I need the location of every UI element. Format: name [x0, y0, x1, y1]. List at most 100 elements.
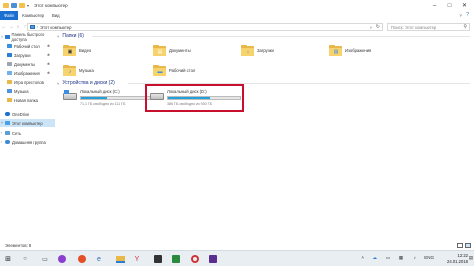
- minimize-button[interactable]: –: [427, 0, 442, 11]
- cortana-icon[interactable]: ○: [20, 254, 30, 264]
- show-hidden-icons[interactable]: ˄: [361, 255, 364, 260]
- app-icon[interactable]: [77, 254, 87, 264]
- status-bar: Элементов: 8: [0, 242, 474, 250]
- folder-item-music[interactable]: ♪ Музыка: [63, 62, 94, 78]
- sidebar-item-label: Рабочий стол: [14, 43, 40, 49]
- chevron-down-icon[interactable]: ˅: [57, 81, 59, 86]
- refresh-icon[interactable]: ↻: [376, 24, 380, 31]
- hard-drive-icon: [63, 90, 77, 102]
- sidebar-item-label: Документы: [14, 61, 36, 67]
- folder-label: Видео: [79, 47, 92, 53]
- group-header-folders[interactable]: ˅ Папки (6): [57, 33, 84, 39]
- battery-icon[interactable]: ▭: [386, 255, 390, 261]
- sidebar-item-label: Этот компьютер: [12, 120, 43, 126]
- folder-icon: [7, 98, 12, 102]
- app-icon[interactable]: [190, 254, 200, 264]
- music-icon: ♪: [63, 64, 76, 76]
- folder-icon: [3, 3, 9, 8]
- address-bar[interactable]: › Этот компьютер ˅ ↻: [27, 23, 383, 31]
- sidebar-item-label: Сеть: [12, 130, 22, 136]
- sidebar-item-pictures[interactable]: Изображения ✱: [0, 69, 55, 77]
- group-header-drives[interactable]: ˅ Устройства и диски (2): [57, 80, 115, 86]
- properties-icon[interactable]: [11, 3, 17, 8]
- cloud-icon: [5, 112, 10, 116]
- network-tray-icon[interactable]: ▦: [399, 255, 403, 261]
- notifications-icon[interactable]: ▤: [469, 255, 473, 261]
- navigation-pane: ˅ Панель быстрого доступа Рабочий стол ✱…: [0, 32, 55, 243]
- chevron-right-icon[interactable]: ›: [37, 25, 38, 29]
- drive-free-space: 71,1 ГБ свободно из 111 ГБ: [80, 102, 126, 106]
- sidebar-item-label: Изображения: [14, 70, 40, 76]
- divider: [92, 36, 470, 37]
- group-header-label: Папки (6): [62, 33, 84, 39]
- chevron-down-icon[interactable]: ▾: [27, 3, 29, 8]
- app-icon[interactable]: [57, 254, 67, 264]
- folder-item-documents[interactable]: ▤ Документы: [153, 42, 191, 58]
- drive-usage-bar: [80, 96, 154, 100]
- sidebar-item-label: Музыка: [14, 88, 29, 94]
- sidebar-item-documents[interactable]: Документы ✱: [0, 60, 55, 68]
- address-dropdown-icon[interactable]: ˅: [370, 24, 372, 31]
- sidebar-item-network[interactable]: › Сеть: [0, 129, 55, 137]
- homegroup-icon: [5, 140, 10, 144]
- desktop-icon: ▬: [153, 64, 166, 76]
- back-button[interactable]: ←: [1, 24, 7, 30]
- app-icon[interactable]: [171, 254, 181, 264]
- expand-ribbon-icon[interactable]: ˅: [459, 11, 462, 20]
- documents-icon: [7, 62, 12, 66]
- search-input[interactable]: Поиск: Этот компьютер ⚲: [387, 23, 470, 31]
- folder-item-video[interactable]: ▣ Видео: [63, 42, 91, 58]
- file-explorer-icon[interactable]: [115, 254, 125, 264]
- language-indicator[interactable]: ENG: [424, 255, 434, 260]
- sidebar-item-label: Панель быстрого доступа: [11, 32, 45, 42]
- sidebar-item-this-pc[interactable]: ˅ Этот компьютер: [0, 119, 55, 127]
- highlight-box: [145, 84, 244, 112]
- help-icon[interactable]: ?: [466, 11, 469, 20]
- volume-icon[interactable]: ♪: [414, 255, 416, 260]
- app-icon[interactable]: [153, 254, 163, 264]
- tab-file[interactable]: Файл: [0, 11, 19, 20]
- sidebar-item-game-of-thrones[interactable]: Игра престолов: [0, 78, 55, 86]
- sidebar-item-label: OneDrive: [12, 111, 30, 117]
- sidebar-item-music[interactable]: Музыка: [0, 87, 55, 95]
- task-view-icon[interactable]: ▭: [40, 254, 50, 264]
- app-icon[interactable]: [208, 254, 218, 264]
- folder-icon: [7, 80, 12, 84]
- details-view-icon[interactable]: [457, 243, 463, 248]
- taskbar: ⊞ ○ ▭ e Y ˄ ☁ ▭ ▦ ♪ ENG 12:22 24.01.2018…: [0, 250, 474, 266]
- folder-item-pictures[interactable]: ▨ Изображения: [329, 42, 371, 58]
- group-header-label: Устройства и диски (2): [62, 80, 115, 86]
- forward-button[interactable]: →: [8, 24, 14, 30]
- music-icon: [7, 89, 12, 93]
- item-count: Элементов: 8: [5, 243, 32, 248]
- sidebar-item-homegroup[interactable]: › Домашняя группа: [0, 138, 55, 146]
- pictures-icon: [7, 71, 12, 75]
- sidebar-item-quick-access[interactable]: ˅ Панель быстрого доступа: [0, 32, 55, 42]
- tiles-view-icon[interactable]: [465, 243, 471, 248]
- tab-view[interactable]: Вид: [48, 11, 64, 20]
- edge-icon[interactable]: e: [94, 254, 104, 264]
- clock[interactable]: 12:22 24.01.2018: [447, 253, 468, 264]
- window-title: Этот компьютер: [34, 3, 68, 8]
- search-icon: ⚲: [463, 24, 467, 30]
- sidebar-item-downloads[interactable]: Загрузки ✱: [0, 51, 55, 59]
- new-folder-icon[interactable]: [19, 3, 25, 8]
- pin-icon: ✱: [47, 62, 50, 66]
- recent-locations-icon[interactable]: ˅: [15, 25, 21, 29]
- folder-label: Рабочий стол: [169, 67, 196, 73]
- folder-label: Изображения: [345, 47, 372, 53]
- chevron-down-icon[interactable]: ˅: [57, 34, 59, 39]
- folder-item-downloads[interactable]: ↓ Загрузки: [241, 42, 274, 58]
- close-button[interactable]: ✕: [457, 0, 472, 11]
- onedrive-tray-icon[interactable]: ☁: [373, 255, 378, 261]
- tab-computer[interactable]: Компьютер: [18, 11, 48, 20]
- desktop-icon: [7, 44, 12, 48]
- maximize-button[interactable]: □: [442, 0, 457, 11]
- sidebar-item-desktop[interactable]: Рабочий стол ✱: [0, 42, 55, 50]
- folder-item-desktop[interactable]: ▬ Рабочий стол: [153, 62, 195, 78]
- yandex-icon[interactable]: Y: [132, 254, 142, 264]
- drive-item-c[interactable]: Локальный диск (C:) 71,1 ГБ свободно из …: [63, 89, 154, 106]
- start-icon[interactable]: ⊞: [3, 254, 13, 264]
- sidebar-item-onedrive[interactable]: OneDrive: [0, 110, 55, 118]
- sidebar-item-new-folder[interactable]: Новая папка: [0, 96, 55, 104]
